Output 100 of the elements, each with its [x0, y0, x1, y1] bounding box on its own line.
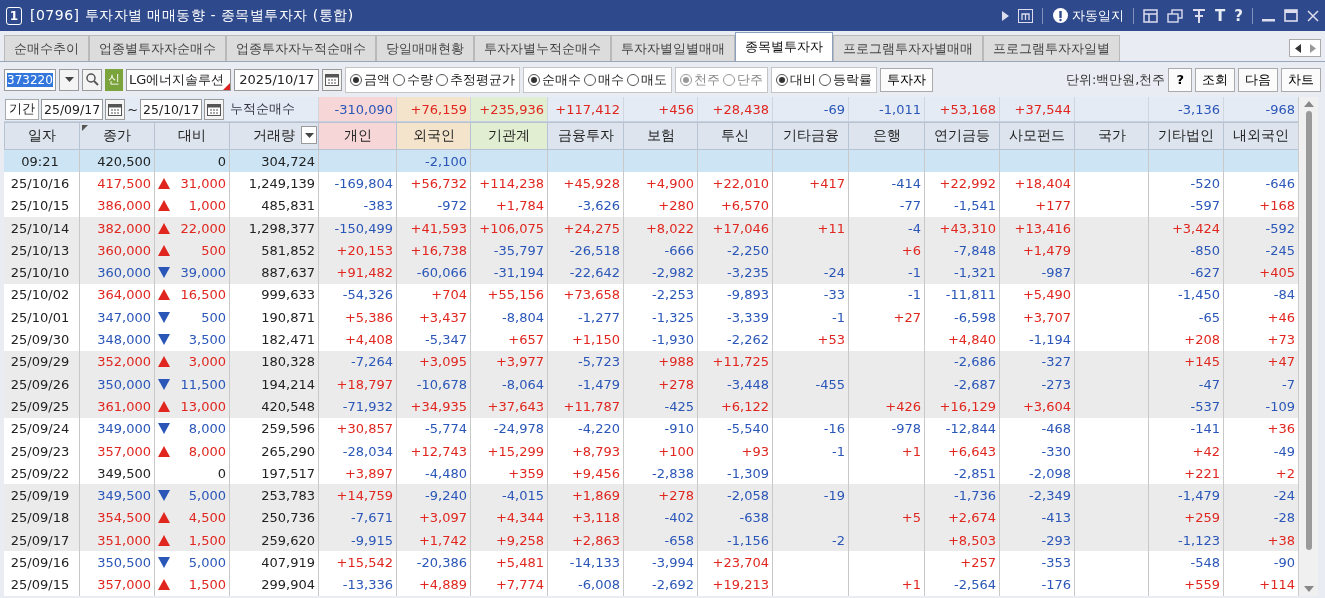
column-header[interactable]: 연기금등	[924, 123, 999, 149]
table-cell: -1,541	[924, 194, 999, 217]
price-cell: 386,000	[79, 194, 154, 217]
tab[interactable]: 업종별투자자순매수	[89, 35, 226, 61]
end-date-field[interactable]: 25/10/17	[140, 98, 203, 120]
table-row[interactable]: 25/10/13 360,000 500 581,852 +20,153 +16,738 -35,797 -26,518 -666 -2,250 +6 -7,848 +1,479 -850 -245	[4, 239, 1298, 262]
column-header[interactable]: 거래량	[229, 123, 318, 149]
table-cell: +145	[1148, 350, 1223, 373]
tab[interactable]: 당일매매현황	[376, 35, 474, 61]
calendar-button[interactable]	[204, 98, 225, 120]
help-button[interactable]: ?	[1168, 67, 1192, 92]
radio-icon	[776, 73, 789, 86]
radio-option[interactable]: 순매수	[528, 70, 582, 89]
scroll-down-icon[interactable]	[1303, 585, 1314, 592]
pin-icon[interactable]	[1192, 8, 1207, 23]
table-cell: +14,759	[318, 484, 396, 507]
column-header[interactable]: 개인	[318, 123, 396, 149]
action-button[interactable]: 차트	[1281, 67, 1321, 92]
dropdown-button[interactable]	[301, 126, 317, 144]
tab[interactable]: 프로그램투자자일별	[983, 35, 1120, 61]
action-button[interactable]: 다음	[1238, 67, 1278, 92]
column-header[interactable]: 외국인	[396, 123, 470, 149]
help-button[interactable]: ?	[1234, 6, 1243, 25]
maximize-icon[interactable]	[1284, 9, 1298, 22]
table-cell: +6,122	[697, 395, 772, 418]
play-icon[interactable]	[1002, 10, 1010, 21]
table-cell: +53	[772, 328, 848, 351]
volume-cell: 180,328	[229, 350, 318, 373]
scroll-up-icon[interactable]	[1303, 101, 1314, 107]
calendar-button[interactable]	[105, 98, 126, 120]
tab[interactable]: 종목별투자자	[735, 32, 833, 61]
radio-option[interactable]: 금액	[350, 70, 391, 89]
info-icon	[1052, 7, 1070, 24]
table-row[interactable]: 25/09/22 349,500 0 197,517 +3,897 -4,480 +359 +9,456 -2,838 -1,309 -2,851 -2,098 +221 +2	[4, 462, 1298, 485]
table-cell: -987	[999, 261, 1074, 284]
copy-window-icon[interactable]	[1167, 8, 1184, 23]
table-row[interactable]: 25/10/02 364,000 16,500 999,633 -54,326 +704 +55,156 +73,658 -2,253 -9,893 -33 -1 -11,811 +5,490 -1,450 -84	[4, 283, 1298, 307]
radio-option[interactable]: 등락률	[819, 70, 873, 89]
tab[interactable]: 순매수추이	[4, 35, 89, 61]
column-header[interactable]: 기관계	[470, 123, 547, 149]
table-row[interactable]: 25/10/14 382,000 22,000 1,298,377 -150,499 +41,593 +106,075 +24,275 +8,022 +17,046 +11 -4 +43,310 +13,416 +3,424 -592	[4, 216, 1298, 240]
radio-option[interactable]: 매도	[627, 70, 668, 89]
code-field[interactable]: 373220	[4, 68, 56, 91]
date-field[interactable]: 2025/10/17	[234, 68, 320, 91]
table-row[interactable]: 25/09/24 349,000 8,000 259,596 +30,857 -5,774 -24,978 -4,220 -910 -5,540 -16 -978 -12,844 -468 -141 +36	[4, 417, 1298, 440]
table-cell: -31,194	[470, 261, 547, 284]
column-header[interactable]: 은행	[848, 123, 924, 149]
dropdown-button[interactable]	[59, 68, 79, 91]
volume-cell: 887,637	[229, 261, 318, 284]
table-row[interactable]: 25/10/01 347,000 500 190,871 +5,386 +3,437 -8,804 -1,277 -1,325 -3,339 -1 +27 -6,598 +3,707 -65 +46	[4, 306, 1298, 329]
table-cell: +1	[848, 573, 924, 596]
column-header[interactable]: 사모펀드	[999, 123, 1074, 149]
table-row[interactable]: 25/09/26 350,000 11,500 194,214 +18,797 -10,678 -8,064 -1,479 +278 -3,448 -455 -2,687 -273 -47 -7	[4, 372, 1298, 396]
close-icon[interactable]	[1307, 9, 1319, 22]
investor-button[interactable]: 투자자	[880, 67, 934, 92]
tab[interactable]: 투자자별누적순매수	[474, 35, 611, 61]
table-row[interactable]: 25/09/19 349,500 5,000 253,783 +14,759 -9,240 -4,015 +1,869 +278 -2,058 -19 -1,736 -2,349 -1,479 -24	[4, 484, 1298, 507]
journal-button[interactable]: 자동일지	[1052, 6, 1125, 25]
layout-icon[interactable]	[1143, 8, 1159, 23]
m-box-icon[interactable]	[1018, 8, 1034, 23]
table-row[interactable]: 25/09/17 351,000 1,500 259,620 -9,915 +1,742 +9,258 +2,863 -658 -1,156 -2 +8,503 -293 -1,123 +38	[4, 529, 1298, 552]
column-header[interactable]: 보험	[623, 123, 697, 149]
tab[interactable]: 업종투자자누적순매수	[226, 35, 376, 61]
table-row[interactable]: 25/09/30 348,000 3,500 182,471 +4,408 -5,347 +657 +1,150 -1,930 -2,262 +53 +4,840 -1,194 +208 +73	[4, 328, 1298, 351]
column-header[interactable]: 기타법인	[1148, 123, 1223, 149]
table-row[interactable]: 25/09/18 354,500 4,500 250,736 -7,671 +3,097 +4,344 +3,118 -402 -638 +5 +2,674 -413 +259 -28	[4, 506, 1298, 530]
start-date-field[interactable]: 25/09/17	[41, 98, 104, 120]
table-cell: -14,133	[547, 551, 623, 574]
font-button[interactable]: T	[1215, 6, 1226, 25]
stock-name-field[interactable]: LG에너지솔루션	[126, 68, 232, 91]
column-header[interactable]: 금융투자	[547, 123, 623, 149]
price-cell: 357,000	[79, 573, 154, 596]
column-header[interactable]: 투신	[697, 123, 772, 149]
column-header[interactable]: 일자	[4, 123, 79, 149]
price-cell: 360,000	[79, 261, 154, 284]
total-cell: -310,090	[318, 97, 396, 121]
table-row[interactable]: 25/10/16 417,500 31,000 1,249,139 -169,804 +56,732 +114,238 +45,928 +4,900 +22,010 +417 -414 +22,992 +18,404 -520 -646	[4, 172, 1298, 195]
table-row[interactable]: 25/10/10 360,000 39,000 887,637 +91,482 -60,066 -31,194 -22,642 -2,982 -3,235 -24 -1 -1,321 -987 -627 +405	[4, 261, 1298, 284]
radio-option[interactable]: 수량	[393, 70, 434, 89]
column-header[interactable]: 국가	[1074, 123, 1148, 149]
table-row[interactable]: 25/09/29 352,000 3,000 180,328 -7,264 +3,095 +3,977 -5,723 +988 +11,725 -2,686 -327 +145 +47	[4, 350, 1298, 373]
radio-option[interactable]: 대비	[776, 70, 817, 89]
tab[interactable]: 투자자별일별매매	[611, 35, 735, 61]
radio-option[interactable]: 추정평균가	[436, 70, 516, 89]
table-row[interactable]: 25/09/25 361,000 13,000 420,548 -71,932 +34,935 +37,643 +11,787 -425 +6,122 +426 +16,129 +3,604 -537 -109	[4, 395, 1298, 418]
vertical-scrollbar[interactable]	[1298, 97, 1318, 596]
action-button[interactable]: 조회	[1195, 67, 1235, 92]
table-row[interactable]: 25/09/23 357,000 8,000 265,290 -28,034 +12,743 +15,299 +8,793 +100 +93 -1 +1 +6,643 -330 +42 -49	[4, 439, 1298, 463]
search-button[interactable]	[82, 68, 102, 91]
table-row[interactable]: 25/10/15 386,000 1,000 485,831 -383 -972 +1,784 -3,626 +280 +6,570 -77 -1,541 +177 -597 +168	[4, 194, 1298, 217]
column-header[interactable]: 대비	[154, 123, 229, 149]
column-header[interactable]: 종가	[79, 123, 154, 149]
radio-option[interactable]: 매수	[584, 70, 625, 89]
calendar-button[interactable]	[322, 68, 343, 91]
table-cell: +18,404	[999, 172, 1074, 195]
table-row[interactable]: 25/09/16 350,500 5,000 407,919 +15,542 -20,386 +5,481 -14,133 -3,994 +23,704 +257 -353 -548 -90	[4, 551, 1298, 574]
column-header[interactable]: 기타금융	[772, 123, 848, 149]
table-row[interactable]: 09:21 420,500 0 304,724 -2,100	[4, 150, 1298, 173]
tab[interactable]: 프로그램투자자별매매	[833, 35, 983, 61]
table-row[interactable]: 25/09/15 357,000 1,500 299,904 -13,336 +4,889 +7,774 -6,008 -2,692 +19,213 +1 -2,564 -176 +559 +114	[4, 573, 1298, 596]
